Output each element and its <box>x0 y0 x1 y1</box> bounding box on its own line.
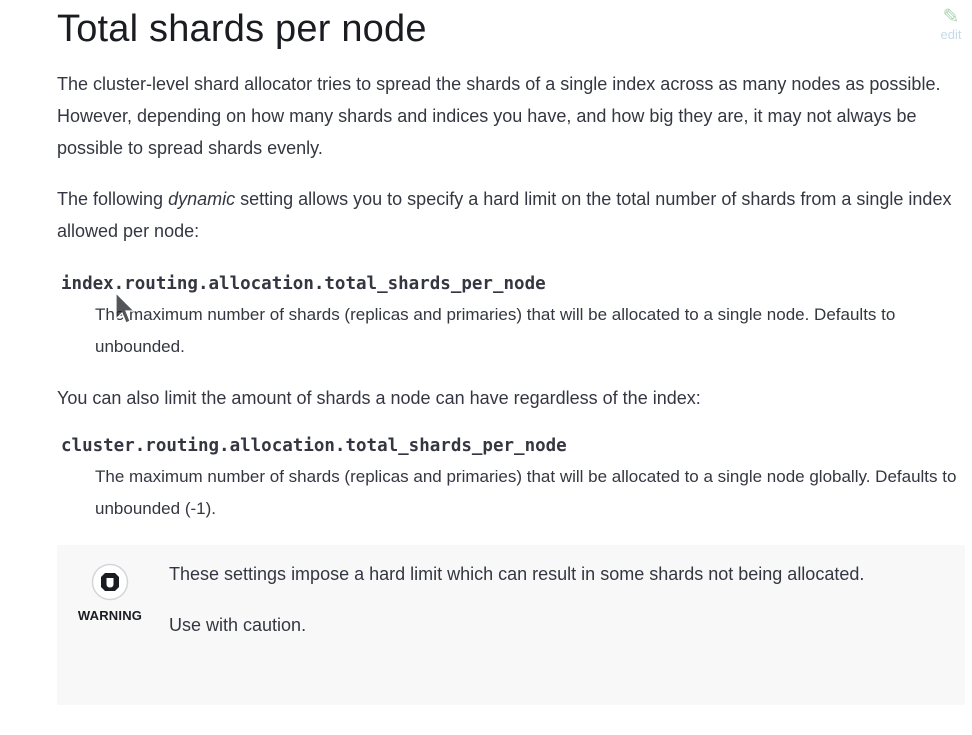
dynamic-emphasis: dynamic <box>168 189 236 209</box>
index-setting-list: index.routing.allocation.total_shards_pe… <box>57 269 967 363</box>
dynamic-paragraph-before: The following <box>57 189 169 209</box>
setting-name-cluster: cluster.routing.allocation.total_shards_… <box>61 436 567 456</box>
warning-text: These settings impose a hard limit which… <box>169 564 865 584</box>
intro-paragraph: The cluster-level shard allocator tries … <box>57 74 941 158</box>
warning-caution: Use with caution. <box>169 615 307 635</box>
dynamic-setting-paragraph: The following dynamic setting allows you… <box>57 183 967 247</box>
warning-label: WARNING <box>77 608 143 623</box>
page-title: Total shards per node <box>57 8 427 50</box>
warning-hand-icon <box>91 563 129 601</box>
doc-content: Total shards per node The cluster-level … <box>57 0 967 525</box>
warning-icon-block: WARNING <box>74 563 146 623</box>
regardless-paragraph: You can also limit the amount of shards … <box>57 388 701 408</box>
setting-description-cluster: The maximum number of shards (replicas a… <box>95 467 957 518</box>
warning-admonition: WARNING These settings impose a hard lim… <box>57 545 965 705</box>
mouse-pointer-icon <box>115 291 136 324</box>
warning-content: These settings impose a hard limit which… <box>169 559 909 641</box>
cluster-setting-list: cluster.routing.allocation.total_shards_… <box>57 431 967 525</box>
setting-name-index: index.routing.allocation.total_shards_pe… <box>61 274 546 294</box>
setting-description-index: The maximum number of shards (replicas a… <box>95 305 896 356</box>
